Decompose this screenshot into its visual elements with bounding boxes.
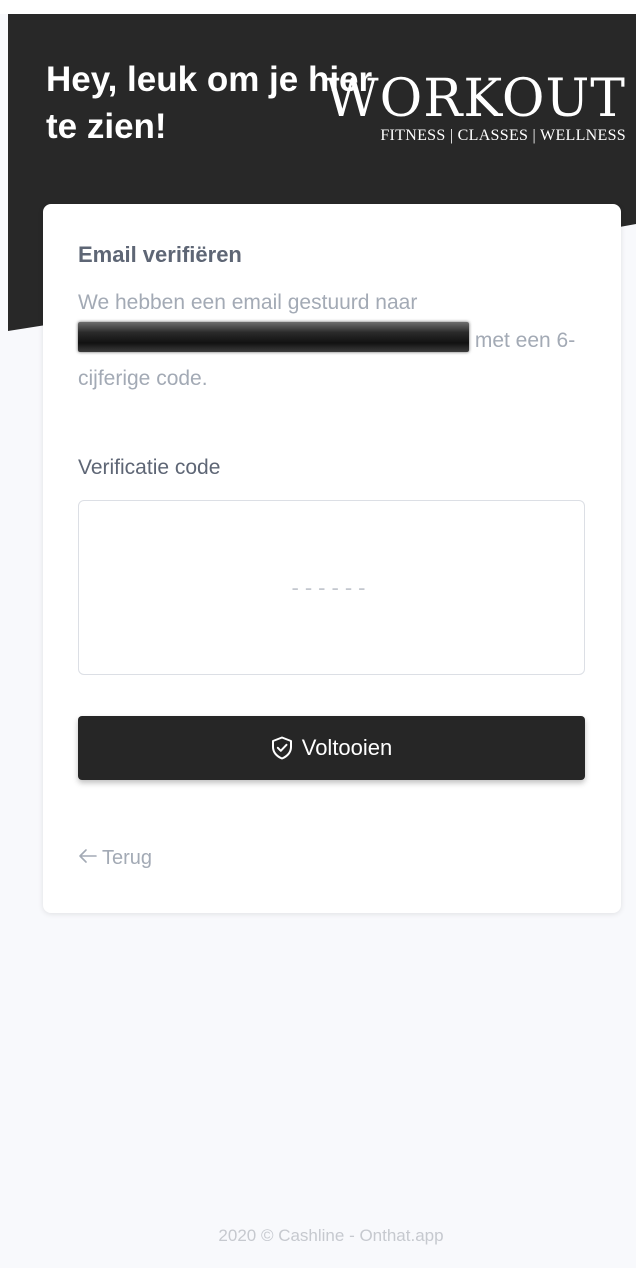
bottom-strip [0,1268,636,1277]
submit-label: Voltooien [301,735,393,760]
brand-name: WORKOUT [325,69,626,129]
description-start: We hebben een email gestuurd naar [78,291,418,314]
code-label: Verificatie code [78,456,221,479]
back-link[interactable]: Terug [78,847,152,870]
footer-copyright: 2020 © Cashline - Onthat.app [218,1226,444,1245]
redacted-email [78,322,469,352]
arrow-left-icon [78,847,98,870]
brand-tagline: FITNESS | CLASSES | WELLNESS [380,127,626,144]
back-label: Terug [102,847,153,869]
verification-card: Email verifiëren We hebben een email ges… [43,204,621,913]
brand-logo: WORKOUT FITNESS | CLASSES | WELLNESS [310,70,626,146]
top-strip [0,0,636,14]
verification-code-input[interactable] [78,500,585,675]
card-title: Email verifiëren [78,242,242,267]
shield-check-icon [271,736,293,760]
submit-button[interactable]: Voltooien [78,716,585,780]
